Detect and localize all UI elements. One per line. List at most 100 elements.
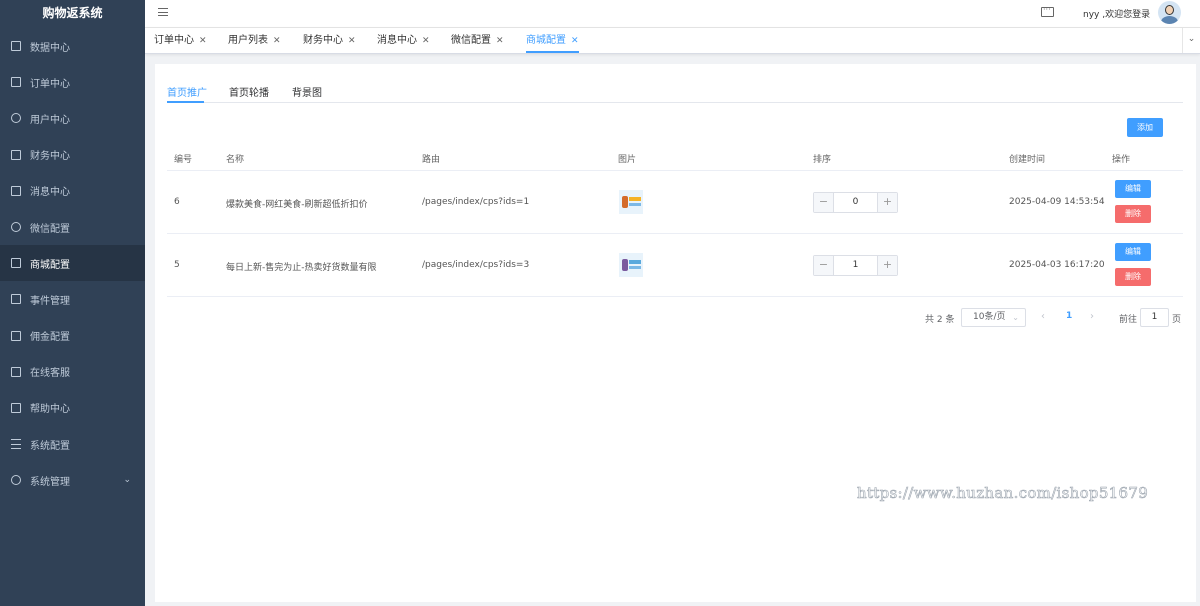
tab-wechat[interactable]: 微信配置 ✕ [451, 28, 504, 53]
sort-stepper[interactable]: − 0 + [813, 192, 898, 213]
pagination-total: 共 2 条 [925, 315, 955, 325]
column-header-image: 图片 [618, 155, 637, 165]
column-header-actions: 操作 [1112, 155, 1131, 165]
tab-mall-config[interactable]: 商城配置 ✕ [526, 28, 579, 53]
sidebar-item-mall-config[interactable]: 商城配置 [0, 245, 145, 282]
increment-button[interactable]: + [877, 256, 897, 275]
sidebar-item-label: 微信配置 [30, 223, 70, 235]
sidebar-item-users[interactable]: 用户中心 [0, 100, 145, 136]
sort-value[interactable]: 0 [834, 193, 877, 212]
table-row: 5 每日上新-售完为止-热卖好货数量有限 /pages/index/cps?id… [167, 234, 1183, 297]
tab-label: 商城配置 [526, 35, 566, 46]
page-number[interactable]: 1 [1066, 311, 1072, 321]
chevron-down-icon: ⌄ [1012, 313, 1019, 322]
next-page-icon[interactable]: › [1090, 311, 1094, 322]
data-table: 编号 名称 路由 图片 排序 创建时间 操作 6 爆款美食-网红美食-刷新超低折… [167, 146, 1183, 297]
sidebar-item-wechat[interactable]: 微信配置 [0, 209, 145, 245]
cell-created: 2025-04-09 14:53:54 [1009, 197, 1105, 207]
subtab-home-carousel[interactable]: 首页轮播 [229, 84, 269, 99]
list-icon [11, 294, 21, 305]
edit-button[interactable]: 编辑 [1115, 180, 1151, 198]
sidebar-item-messages[interactable]: 消息中心 [0, 173, 145, 209]
column-header-name: 名称 [226, 155, 245, 165]
cell-image[interactable] [619, 253, 643, 277]
close-icon[interactable]: ✕ [273, 36, 281, 46]
content-card: 首页推广 首页轮播 背景图 添加 编号 名称 路由 图片 排序 创建时间 操作 … [155, 64, 1196, 602]
chevron-down-icon[interactable]: ⌄ [1182, 28, 1200, 53]
tab-label: 用户列表 [228, 35, 268, 46]
thumb-figure [622, 196, 628, 208]
delete-button[interactable]: 删除 [1115, 205, 1151, 223]
sidebar-item-finance[interactable]: 财务中心 [0, 137, 145, 173]
monitor-icon [11, 402, 21, 413]
cell-image[interactable] [619, 190, 643, 214]
tab-label: 消息中心 [377, 35, 417, 46]
cell-created: 2025-04-03 16:17:20 [1009, 260, 1105, 270]
sort-stepper[interactable]: − 1 + [813, 255, 898, 276]
document-icon [11, 330, 21, 341]
subtab-home-promotion[interactable]: 首页推广 [167, 84, 207, 99]
close-icon[interactable]: ✕ [422, 36, 430, 46]
prev-page-icon[interactable]: ‹ [1041, 311, 1045, 322]
column-header-sort: 排序 [813, 155, 832, 165]
menu-icon [11, 439, 21, 450]
thumb-text-band [629, 266, 641, 269]
message-icon[interactable] [1041, 5, 1054, 17]
close-icon[interactable]: ✕ [496, 36, 504, 46]
thumb-text-band [629, 197, 641, 201]
wechat-icon [11, 222, 21, 233]
tab-messages[interactable]: 消息中心 ✕ [377, 28, 430, 53]
edit-button[interactable]: 编辑 [1115, 243, 1151, 261]
close-icon[interactable]: ✕ [348, 36, 356, 46]
tab-orders[interactable]: 订单中心 ✕ [154, 28, 207, 53]
cell-name: 每日上新-售完为止-热卖好货数量有限 [226, 263, 377, 273]
add-button[interactable]: 添加 [1127, 118, 1163, 137]
avatar-head [1165, 5, 1174, 15]
page-size-value: 10条/页 [973, 312, 1006, 322]
increment-button[interactable]: + [877, 193, 897, 212]
close-icon[interactable]: ✕ [571, 36, 579, 46]
tab-finance[interactable]: 财务中心 ✕ [303, 28, 356, 53]
hamburger-icon[interactable] [158, 8, 168, 16]
table-header: 编号 名称 路由 图片 排序 创建时间 操作 [167, 146, 1183, 171]
thumb-figure [622, 259, 628, 271]
sidebar-item-commission[interactable]: 佣金配置 [0, 318, 145, 354]
close-icon[interactable]: ✕ [199, 36, 207, 46]
chat-icon [11, 366, 21, 377]
tab-label: 微信配置 [451, 35, 491, 46]
chevron-down-icon: ⌄ [123, 475, 131, 486]
sidebar-item-label: 用户中心 [30, 114, 70, 126]
goto-page-input[interactable]: 1 [1140, 308, 1169, 327]
page-unit-label: 页 [1172, 315, 1182, 325]
sidebar-item-label: 佣金配置 [30, 332, 70, 344]
tags-view: 订单中心 ✕ 用户列表 ✕ 财务中心 ✕ 消息中心 ✕ 微信配置 ✕ 商城配置 ✕ ⌄ [145, 28, 1200, 54]
cell-name: 爆款美食-网红美食-刷新超低折扣价 [226, 200, 368, 210]
sidebar-item-system-admin[interactable]: 系统管理 ⌄ [0, 462, 145, 498]
box-icon [11, 258, 21, 269]
delete-button[interactable]: 删除 [1115, 268, 1151, 286]
sidebar-item-help[interactable]: 帮助中心 [0, 390, 145, 426]
sidebar-item-support[interactable]: 在线客服 [0, 354, 145, 390]
sidebar-item-orders[interactable]: 订单中心 [0, 64, 145, 100]
tab-user-list[interactable]: 用户列表 ✕ [228, 28, 281, 53]
page-size-select[interactable]: 10条/页 ⌄ [961, 308, 1026, 327]
watermark: https://www.huzhan.com/ishop51679 [857, 484, 1149, 503]
sidebar-item-label: 消息中心 [30, 187, 70, 199]
column-header-created: 创建时间 [1009, 155, 1046, 165]
sidebar-item-data-center[interactable]: 数据中心 [0, 28, 145, 64]
sidebar-item-events[interactable]: 事件管理 [0, 281, 145, 317]
welcome-text: nyy ,欢迎您登录 [1083, 10, 1151, 20]
decrement-button[interactable]: − [814, 256, 834, 275]
sidebar-item-label: 数据中心 [30, 42, 70, 54]
decrement-button[interactable]: − [814, 193, 834, 212]
sidebar-item-label: 财务中心 [30, 151, 70, 163]
pagination: 共 2 条 10条/页 ⌄ ‹ 1 › 前往 1 页 [155, 308, 1196, 328]
sidebar-item-system-config[interactable]: 系统配置 [0, 426, 145, 462]
subtab-background[interactable]: 背景图 [292, 84, 322, 99]
sort-value[interactable]: 1 [834, 256, 877, 275]
cell-id: 6 [174, 197, 180, 207]
cell-id: 5 [174, 260, 180, 270]
sidebar: 购物返系统 数据中心 订单中心 用户中心 财务中心 消息中心 微信配置 商城配置… [0, 0, 145, 606]
avatar-body [1161, 16, 1178, 24]
avatar[interactable] [1158, 1, 1181, 24]
